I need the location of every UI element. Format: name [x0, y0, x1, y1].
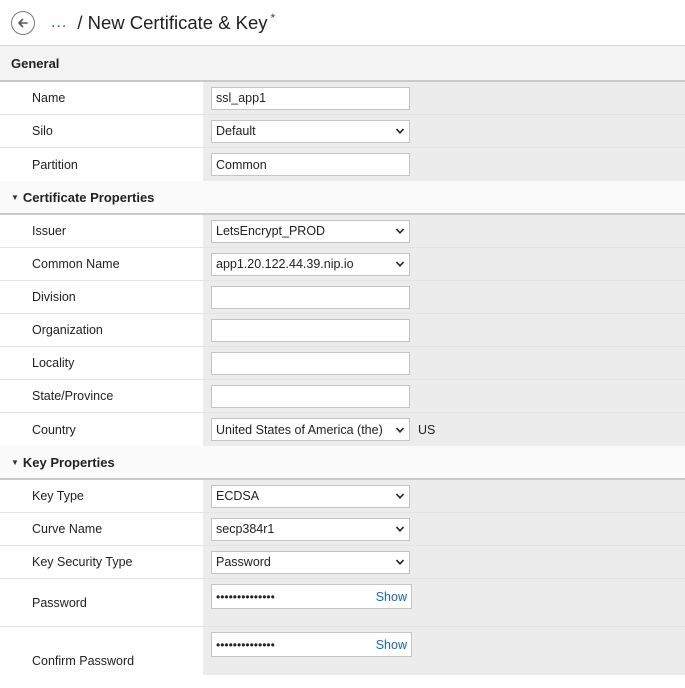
- issuer-label: Issuer: [11, 215, 203, 247]
- key-type-select[interactable]: ECDSA: [211, 484, 410, 508]
- common-name-value-cell: app1.20.122.44.39.nip.io: [203, 248, 685, 280]
- curve-name-label: Curve Name: [11, 513, 203, 545]
- locality-input[interactable]: [211, 351, 410, 375]
- page-title: / New Certificate & Key *: [77, 11, 275, 34]
- division-label: Division: [11, 281, 203, 313]
- chevron-down-icon: [395, 259, 405, 269]
- organization-input[interactable]: [211, 318, 410, 342]
- section-general-heading: General: [11, 55, 60, 71]
- row-silo: Silo Default: [0, 115, 685, 148]
- key-security-type-select[interactable]: Password: [211, 550, 410, 574]
- issuer-select[interactable]: LetsEncrypt_PROD: [211, 219, 410, 243]
- confirm-password-value-cell: •••••••••••••• Show: [203, 627, 685, 675]
- division-input[interactable]: [211, 285, 410, 309]
- key-security-type-value: Password: [216, 555, 271, 569]
- partition-value-cell: Common: [203, 148, 685, 181]
- issuer-value-cell: LetsEncrypt_PROD: [203, 215, 685, 247]
- name-value-cell: ssl_app1: [203, 82, 685, 114]
- country-code: US: [418, 422, 436, 437]
- chevron-down-icon: [395, 557, 405, 567]
- silo-select[interactable]: Default: [211, 119, 410, 143]
- row-key-security-type: Key Security Type Password: [0, 546, 685, 579]
- organization-label: Organization: [11, 314, 203, 346]
- confirm-password-value: ••••••••••••••: [216, 637, 275, 652]
- password-value-cell: •••••••••••••• Show: [203, 579, 685, 626]
- breadcrumb-link[interactable]: ...: [51, 14, 67, 32]
- row-common-name: Common Name app1.20.122.44.39.nip.io: [0, 248, 685, 281]
- section-certificate-properties[interactable]: ▼ Certificate Properties: [0, 181, 685, 215]
- silo-label: Silo: [11, 115, 203, 147]
- password-show-button[interactable]: Show: [376, 590, 407, 604]
- row-organization: Organization: [0, 314, 685, 347]
- password-label: Password: [11, 579, 203, 626]
- organization-value-cell: [203, 314, 685, 346]
- chevron-down-icon: [395, 226, 405, 236]
- confirm-password-input[interactable]: •••••••••••••• Show: [211, 632, 412, 657]
- chevron-down-icon: [395, 491, 405, 501]
- row-confirm-password: Confirm Password •••••••••••••• Show: [0, 627, 685, 675]
- caret-down-icon: ▼: [11, 457, 19, 467]
- division-value-cell: [203, 281, 685, 313]
- curve-name-value: secp384r1: [216, 522, 275, 536]
- section-certificate-heading: Certificate Properties: [22, 189, 155, 205]
- common-name-value: app1.20.122.44.39.nip.io: [216, 257, 354, 271]
- row-password: Password •••••••••••••• Show: [0, 579, 685, 627]
- country-label: Country: [11, 413, 203, 446]
- chevron-down-icon: [395, 425, 405, 435]
- modified-indicator: *: [270, 10, 276, 25]
- section-key-heading: Key Properties: [22, 454, 115, 470]
- issuer-value: LetsEncrypt_PROD: [216, 224, 326, 238]
- row-issuer: Issuer LetsEncrypt_PROD: [0, 215, 685, 248]
- certificate-fields: Issuer LetsEncrypt_PROD Common Name app1…: [0, 215, 685, 446]
- country-value-cell: United States of America (the) US: [203, 413, 685, 446]
- locality-label: Locality: [11, 347, 203, 379]
- curve-name-value-cell: secp384r1: [203, 513, 685, 545]
- back-arrow-icon: [18, 18, 28, 27]
- page-title-text: / New Certificate & Key: [77, 12, 268, 34]
- key-security-type-value-cell: Password: [203, 546, 685, 578]
- key-fields: Key Type ECDSA Curve Name secp384r1 Key …: [0, 480, 685, 675]
- password-input[interactable]: •••••••••••••• Show: [211, 584, 412, 609]
- partition-input[interactable]: Common: [211, 153, 410, 176]
- section-key-properties[interactable]: ▼ Key Properties: [0, 446, 685, 480]
- key-type-label: Key Type: [11, 480, 203, 512]
- common-name-select[interactable]: app1.20.122.44.39.nip.io: [211, 252, 410, 276]
- password-value: ••••••••••••••: [216, 589, 275, 604]
- curve-name-select[interactable]: secp384r1: [211, 517, 410, 541]
- state-value-cell: [203, 380, 685, 412]
- row-locality: Locality: [0, 347, 685, 380]
- country-value: United States of America (the): [216, 422, 383, 437]
- row-partition: Partition Common: [0, 148, 685, 181]
- back-button[interactable]: [11, 10, 35, 35]
- state-label: State/Province: [11, 380, 203, 412]
- chevron-down-icon: [395, 524, 405, 534]
- name-label: Name: [11, 82, 203, 114]
- row-curve-name: Curve Name secp384r1: [0, 513, 685, 546]
- state-input[interactable]: [211, 384, 410, 408]
- country-select[interactable]: United States of America (the): [211, 418, 410, 441]
- row-country: Country United States of America (the) U…: [0, 413, 685, 446]
- row-name: Name ssl_app1: [0, 82, 685, 115]
- page-header: ... / New Certificate & Key *: [0, 0, 685, 46]
- partition-label: Partition: [11, 148, 203, 181]
- locality-value-cell: [203, 347, 685, 379]
- chevron-down-icon: [395, 126, 405, 136]
- confirm-password-show-button[interactable]: Show: [376, 638, 407, 652]
- key-type-value-cell: ECDSA: [203, 480, 685, 512]
- key-security-type-label: Key Security Type: [11, 546, 203, 578]
- caret-down-icon: ▼: [11, 192, 19, 202]
- row-key-type: Key Type ECDSA: [0, 480, 685, 513]
- section-general: General: [0, 46, 685, 82]
- confirm-password-label: Confirm Password: [11, 627, 203, 675]
- general-fields: Name ssl_app1 Silo Default Partition Com…: [0, 82, 685, 181]
- row-division: Division: [0, 281, 685, 314]
- common-name-label: Common Name: [11, 248, 203, 280]
- row-state: State/Province: [0, 380, 685, 413]
- key-type-value: ECDSA: [216, 489, 260, 503]
- silo-value-cell: Default: [203, 115, 685, 147]
- silo-value: Default: [216, 124, 256, 138]
- name-input[interactable]: ssl_app1: [211, 86, 410, 110]
